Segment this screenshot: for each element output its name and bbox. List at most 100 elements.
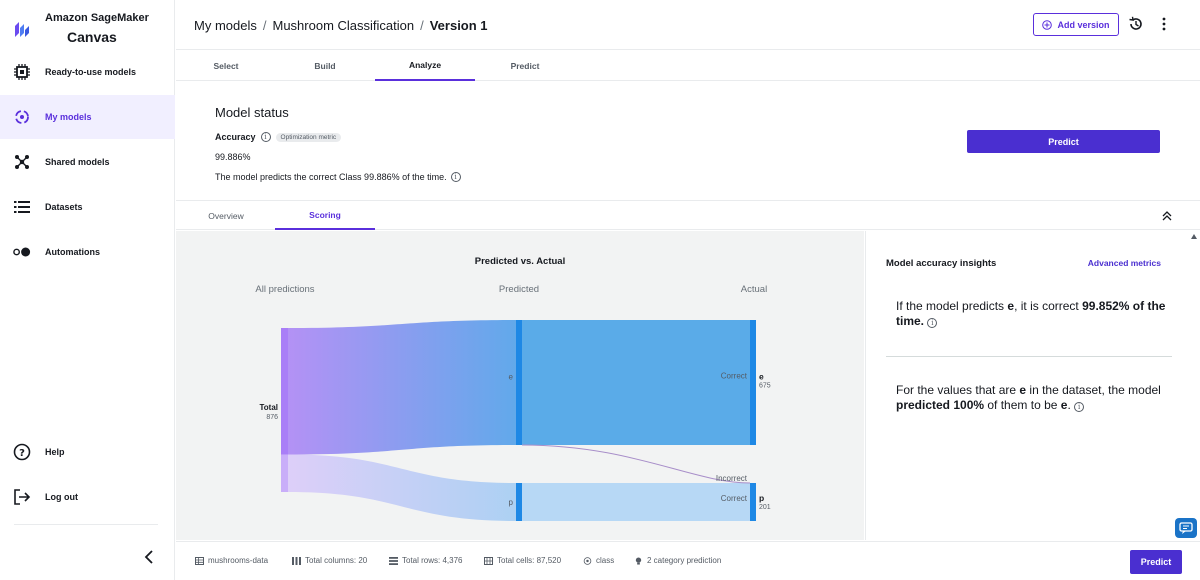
link-total-to-predicted-e [288, 320, 516, 455]
source-node-value: 876 [266, 414, 278, 421]
model-accuracy-insights: Model accuracy insights Advanced metrics… [865, 231, 1200, 540]
info-icon[interactable]: i [927, 318, 938, 328]
actual-node-e [750, 320, 756, 445]
brand-line2: Canvas [67, 29, 117, 45]
plus-circle-icon [1042, 19, 1053, 30]
brand-line1: Amazon SageMaker [45, 12, 149, 24]
insight-text: , it is correct [1014, 299, 1083, 313]
sidebar-item-label: Automations [45, 247, 100, 257]
tab-scoring[interactable]: Scoring [275, 201, 375, 230]
more-options-icon[interactable] [1161, 16, 1167, 32]
sidebar-item-label: Log out [45, 492, 78, 502]
predicted-node-e-label: e [509, 373, 514, 382]
sidebar-item-log-out[interactable]: Log out [0, 475, 175, 519]
tab-predict[interactable]: Predict [475, 51, 575, 81]
collapse-sidebar-icon[interactable] [142, 549, 156, 565]
predicted-node-e [516, 320, 522, 445]
info-icon[interactable]: i [1074, 402, 1085, 412]
link-predicted-e-to-actual-e [522, 320, 750, 445]
chart-title: Predicted vs. Actual [475, 256, 565, 267]
info-icon[interactable]: i [450, 172, 461, 182]
insights-divider [886, 356, 1172, 357]
logout-icon [13, 488, 31, 506]
accuracy-value: 99.886% [215, 152, 251, 162]
chevron-double-up-icon[interactable] [1161, 210, 1173, 222]
sidebar-item-label: Datasets [45, 202, 83, 212]
insight-text: If the model predicts [896, 299, 1008, 313]
share-node-icon [13, 153, 31, 171]
insight-precision: If the model predicts e, it is correct 9… [896, 299, 1171, 329]
insight-text: . [1067, 398, 1071, 412]
target-icon [13, 108, 31, 126]
source-node-segment-e [281, 328, 288, 455]
add-version-button[interactable]: Add version [1033, 13, 1119, 36]
history-icon[interactable] [1128, 16, 1144, 32]
canvas-logo-icon [15, 22, 29, 37]
tab-build[interactable]: Build [275, 51, 375, 81]
svg-text:?: ? [19, 448, 25, 459]
sidebar-item-label: My models [45, 112, 92, 122]
brand[interactable]: Amazon SageMaker Canvas [14, 10, 174, 50]
sidebar-item-automations[interactable]: Automations [0, 230, 175, 274]
actual-node-e-label: e [759, 372, 764, 382]
tab-analyze[interactable]: Analyze [375, 51, 475, 81]
actual-e-status-label: Correct [721, 372, 748, 381]
incorrect-label: Incorrect [716, 474, 748, 483]
add-version-label: Add version [1057, 19, 1110, 30]
model-status-title: Model status [215, 105, 289, 120]
scroll-up-arrow-icon[interactable] [1191, 234, 1197, 239]
breadcrumb-separator: / [262, 18, 267, 33]
analysis-subtabs: Overview Scoring [176, 200, 1200, 230]
insight-percent: predicted 100% [896, 398, 985, 412]
insight-text: in the dataset, the model [1026, 383, 1161, 397]
column-header-all-predictions: All predictions [255, 284, 314, 295]
actual-node-p-label: p [759, 493, 764, 503]
link-predicted-p-to-actual-p [522, 483, 750, 521]
sidebar-item-datasets[interactable]: Datasets [0, 185, 175, 229]
header: My models / Mushroom Classification / Ve… [176, 0, 1200, 50]
chip-icon [13, 63, 31, 81]
actual-node-p [750, 483, 756, 521]
footer-target: class [583, 556, 614, 565]
insight-text: For the values that are [896, 383, 1020, 397]
sidebar-item-ready-to-use-models[interactable]: Ready-to-use models [0, 50, 175, 94]
column-header-actual: Actual [741, 284, 767, 295]
breadcrumb-mushroom-classification[interactable]: Mushroom Classification [272, 18, 414, 33]
footer-columns: Total columns: 20 [292, 556, 367, 565]
link-total-to-predicted-p [288, 454, 516, 521]
tab-overview[interactable]: Overview [176, 201, 276, 230]
footer-columns-text: Total columns: 20 [305, 556, 368, 565]
accuracy-row: Accuracy i Optimization metric [215, 132, 342, 142]
insight-text: of them to be [984, 398, 1061, 412]
footer: mushrooms-data Total columns: 20 Total r… [176, 541, 1200, 580]
breadcrumb-my-models[interactable]: My models [194, 18, 257, 33]
sidebar-item-label: Shared models [45, 157, 110, 167]
bulb-icon [635, 556, 642, 565]
footer-cells: Total cells: 87,520 [484, 556, 561, 565]
sidebar-item-label: Ready-to-use models [45, 67, 137, 77]
info-icon[interactable]: i [260, 132, 271, 142]
source-node-label: Total [259, 403, 278, 412]
source-node-segment-p [281, 454, 288, 492]
target-column-icon [583, 556, 592, 565]
rows-icon [389, 556, 398, 565]
actual-node-p-value: 201 [759, 504, 771, 511]
table-icon [195, 556, 204, 565]
sidebar-item-my-models[interactable]: My models [0, 95, 175, 139]
actual-node-e-value: 675 [759, 383, 771, 390]
column-header-predicted: Predicted [499, 284, 539, 295]
footer-rows: Total rows: 4,376 [389, 556, 462, 565]
predict-button[interactable]: Predict [967, 130, 1160, 153]
sidebar-item-shared-models[interactable]: Shared models [0, 140, 175, 184]
tab-select[interactable]: Select [176, 51, 276, 81]
footer-dataset: mushrooms-data [195, 556, 268, 565]
accuracy-description: The model predicts the correct Class 99.… [215, 172, 461, 182]
chat-icon[interactable] [1175, 518, 1197, 538]
accuracy-description-text: The model predicts the correct Class 99.… [215, 172, 447, 182]
sidebar-item-help[interactable]: ? Help [0, 430, 175, 474]
sidebar: Amazon SageMaker Canvas Ready-to-use mod… [0, 0, 175, 580]
list-icon [13, 198, 31, 216]
sidebar-divider [14, 524, 158, 525]
advanced-metrics-link[interactable]: Advanced metrics [1088, 258, 1161, 268]
predict-button-bottom[interactable]: Predict [1130, 550, 1182, 574]
